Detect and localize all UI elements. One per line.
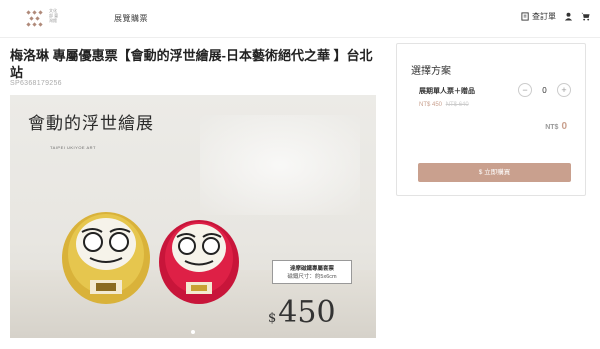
- gift-tag: 達摩磁鐵專屬套票 磁鐵尺寸：約5x6cm: [272, 260, 352, 284]
- decrement-button[interactable]: −: [518, 83, 532, 97]
- orders-icon: [521, 12, 529, 21]
- light-glow: [200, 115, 360, 215]
- poster-subtitle: TAIPEI UKIYOE ART: [50, 145, 96, 150]
- user-icon[interactable]: [564, 12, 573, 21]
- orders-link[interactable]: 查訂單: [521, 11, 556, 22]
- cart-icon[interactable]: [581, 12, 590, 21]
- plan-price-original: NT$ 640: [445, 102, 469, 108]
- quantity-stepper: − 0 +: [518, 83, 571, 97]
- header-divider: [0, 37, 600, 38]
- poster-title: 會動的浮世繪展: [28, 114, 154, 134]
- brand-logo[interactable]: [24, 8, 46, 30]
- product-title: 梅洛琳 專屬優惠票【會動的浮世繪展-日本藝術絕代之華 】台北站: [10, 48, 373, 80]
- carousel-dot[interactable]: [191, 330, 195, 334]
- product-sku: SP6368179256: [10, 80, 62, 87]
- orders-label: 查訂單: [532, 12, 556, 21]
- plan-price-current: NT$ 450: [419, 102, 443, 108]
- price-value: 450: [278, 295, 336, 330]
- price-currency: $: [268, 311, 277, 326]
- plan-heading: 選擇方案: [411, 66, 451, 77]
- total-price: NT$ 0: [545, 121, 567, 132]
- product-image: 會動的浮世繪展 TAIPEI UKIYOE ART 達摩磁鐵專屬套票 磁鐵尺寸：…: [10, 95, 376, 338]
- top-header: 文化部 臺灣館 展覽購票 查訂單: [0, 0, 600, 37]
- buy-now-button[interactable]: $ 立即購買: [418, 163, 571, 182]
- tag-line1: 達摩磁鐵專屬套票: [289, 266, 334, 272]
- increment-button[interactable]: +: [557, 83, 571, 97]
- poster-price: $450: [268, 295, 336, 330]
- plan-card: 選擇方案 展期單人票＋贈品 NT$ 450 NT$ 640 − 0 + NT$ 0…: [396, 43, 586, 196]
- tag-line2: 磁鐵尺寸：約5x6cm: [287, 274, 337, 280]
- logo-text: 文化部 臺灣館: [49, 8, 59, 23]
- quantity-value[interactable]: 0: [532, 86, 557, 95]
- plan-option-name: 展期單人票＋贈品: [419, 88, 475, 95]
- nav-exhibition-tickets[interactable]: 展覽購票: [114, 13, 148, 24]
- header-actions: 查訂單: [521, 11, 590, 22]
- red-daruma: [159, 220, 239, 304]
- total-label: NT$: [545, 124, 559, 131]
- gold-daruma: [62, 212, 150, 304]
- total-value: 0: [561, 121, 567, 132]
- plan-option-price: NT$ 450 NT$ 640: [419, 102, 469, 108]
